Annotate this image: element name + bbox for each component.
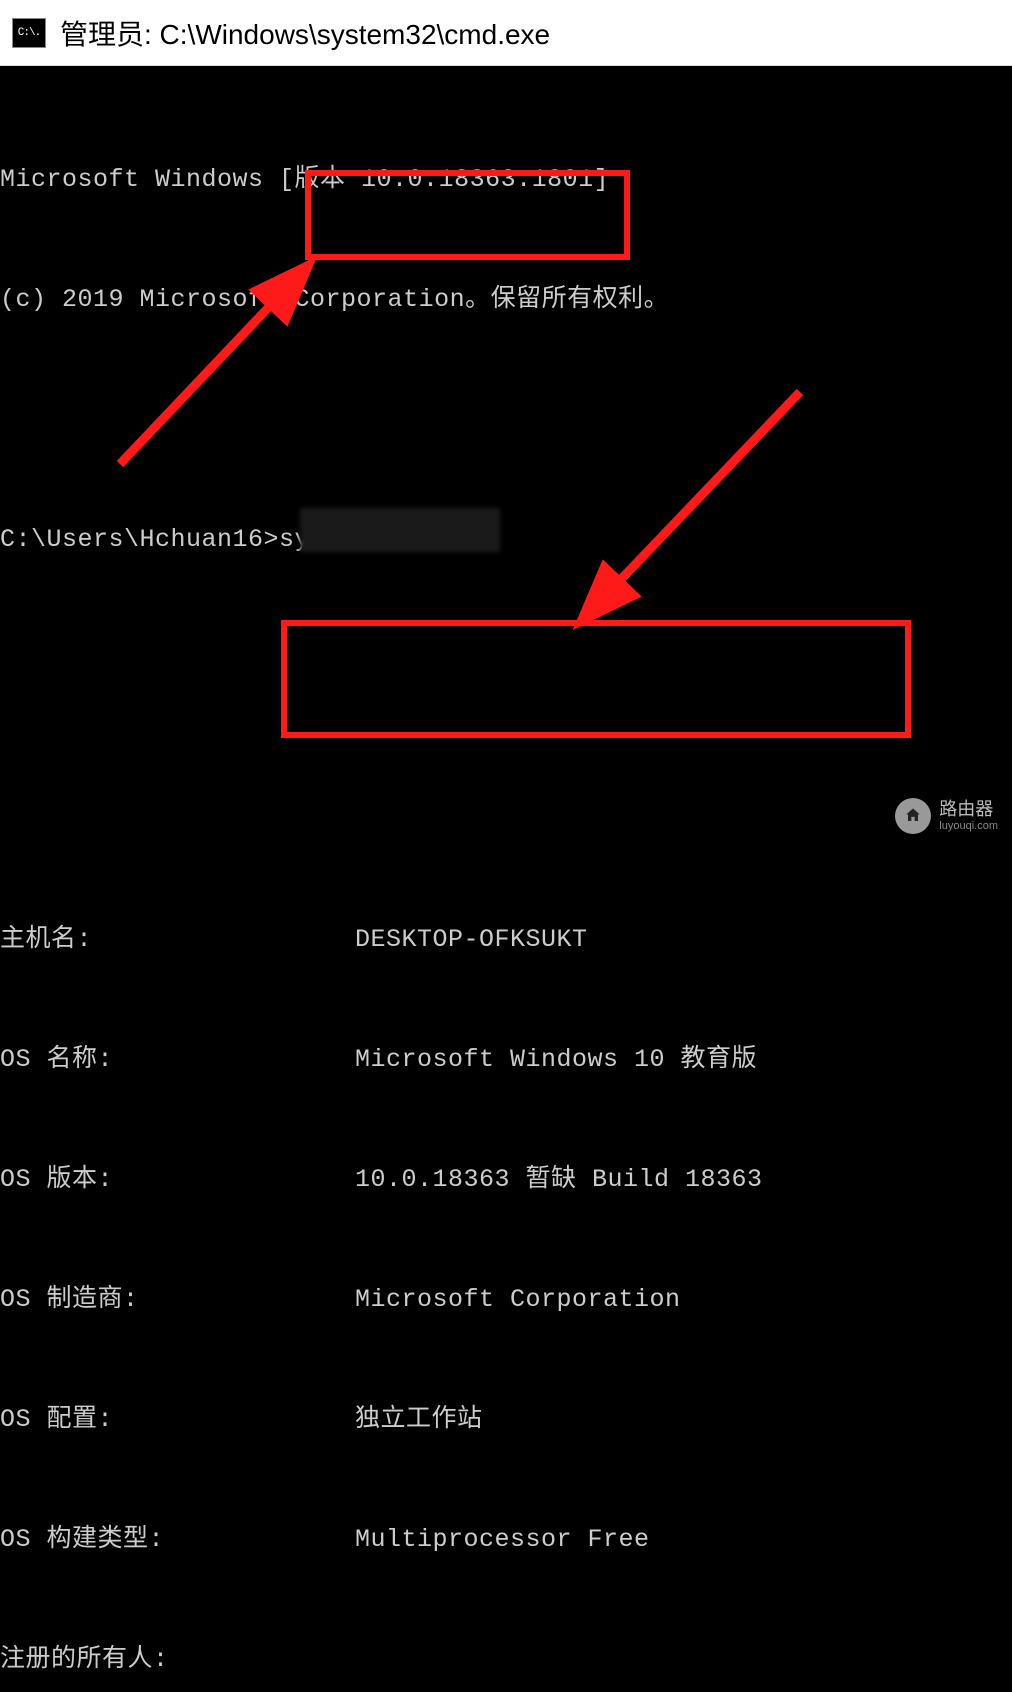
terminal-output[interactable]: Microsoft Windows [版本 10.0.18363.1801] (… <box>0 66 1012 1692</box>
watermark-title: 路由器 <box>939 800 998 820</box>
info-row-osconfig: OS 配置:独立工作站 <box>0 1400 1012 1440</box>
info-row-osbuildtype: OS 构建类型:Multiprocessor Free <box>0 1520 1012 1560</box>
info-row-hostname: 主机名:DESKTOP-OFKSUKT <box>0 920 1012 960</box>
version-line: Microsoft Windows [版本 10.0.18363.1801] <box>0 160 1012 200</box>
prompt-line: C:\Users\Hchuan16>systeminfo <box>0 520 1012 560</box>
info-row-osversion: OS 版本:10.0.18363 暂缺 Build 18363 <box>0 1160 1012 1200</box>
window-titlebar: C:\. 管理员: C:\Windows\system32\cmd.exe <box>0 0 1012 66</box>
watermark-url: luyouqi.com <box>939 820 998 832</box>
info-row-osmanufacturer: OS 制造商:Microsoft Corporation <box>0 1280 1012 1320</box>
copyright-line: (c) 2019 Microsoft Corporation。保留所有权利。 <box>0 280 1012 320</box>
info-row-registered-owner: 注册的所有人: <box>0 1640 1012 1680</box>
prompt-path: C:\Users\Hchuan16> <box>0 525 279 554</box>
cmd-icon: C:\. <box>12 18 46 48</box>
watermark: 路由器 luyouqi.com <box>895 798 998 834</box>
redacted-owner <box>300 508 500 552</box>
info-row-osname: OS 名称:Microsoft Windows 10 教育版 <box>0 1040 1012 1080</box>
router-icon <box>895 798 931 834</box>
window-title: 管理员: C:\Windows\system32\cmd.exe <box>60 13 550 53</box>
